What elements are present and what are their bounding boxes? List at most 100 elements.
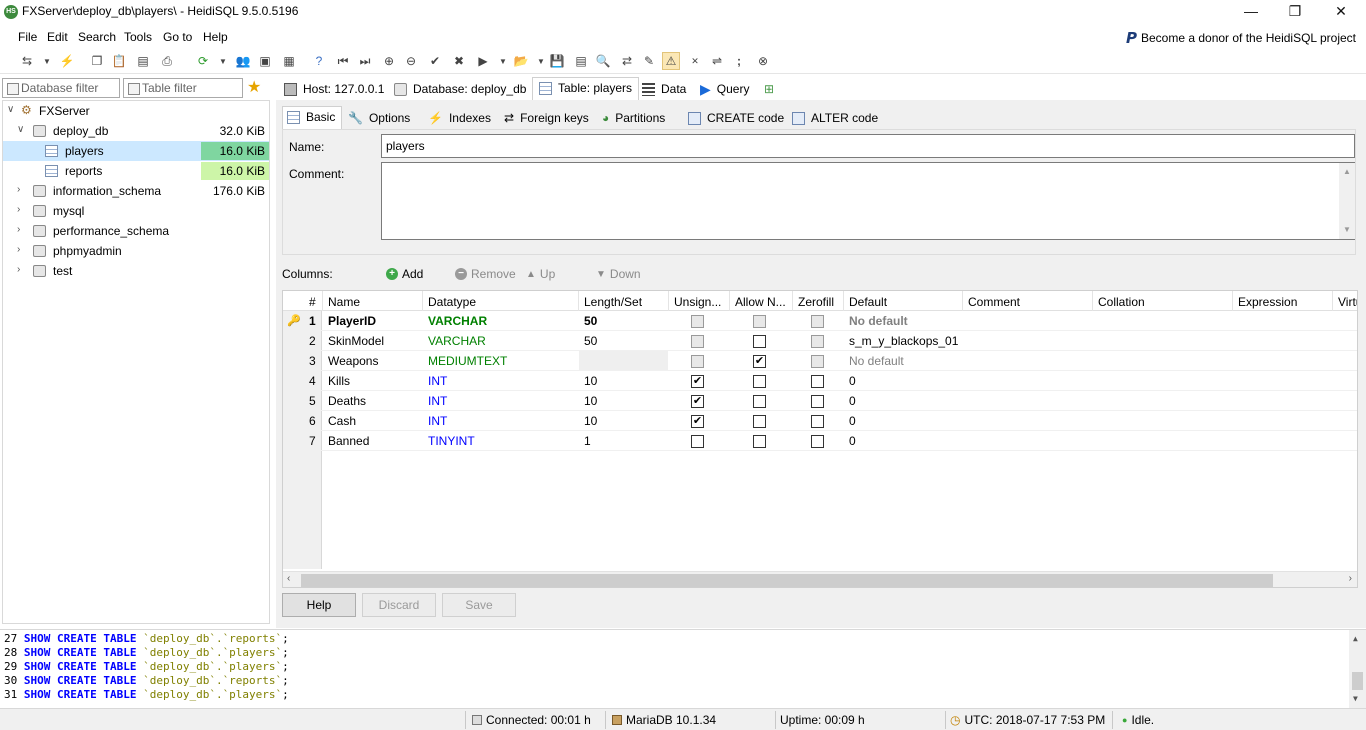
scroll-down-icon[interactable]: ▼ [1343, 225, 1351, 234]
clear-filter-icon[interactable]: ✕ [686, 52, 704, 70]
allow-null-checkbox[interactable] [753, 315, 766, 328]
column-name[interactable]: SkinModel [328, 334, 384, 348]
zerofill-checkbox[interactable] [811, 435, 824, 448]
menu-edit[interactable]: Edit [47, 30, 68, 44]
tab-foreign-keys[interactable]: ⇄ Foreign keys [500, 108, 595, 130]
comment-input[interactable] [381, 162, 1355, 240]
name-input[interactable]: players [381, 134, 1355, 158]
column-default[interactable]: 0 [849, 394, 856, 408]
tree-node-database[interactable]: › test [3, 261, 269, 281]
zerofill-checkbox[interactable] [811, 395, 824, 408]
allow-null-checkbox[interactable] [753, 415, 766, 428]
unsigned-checkbox[interactable]: ✔ [691, 415, 704, 428]
column-datatype[interactable]: INT [428, 414, 447, 428]
allow-null-checkbox[interactable] [753, 375, 766, 388]
scroll-thumb[interactable] [301, 574, 1273, 587]
tab-create-code[interactable]: CREATE code [684, 108, 790, 130]
column-default[interactable]: 0 [849, 434, 856, 448]
tree-node-database[interactable]: › mysql [3, 201, 269, 221]
table-row[interactable]: 7 Banned TINYINT 1 0 [283, 431, 1357, 451]
unsigned-checkbox[interactable]: ✔ [691, 395, 704, 408]
post-icon[interactable]: ✔ [426, 52, 444, 70]
table-row[interactable]: 3 Weapons MEDIUMTEXT ✔ No default [283, 351, 1357, 371]
sql-log[interactable]: 27 SHOW CREATE TABLE `deploy_db`.`report… [0, 629, 1366, 708]
tab-table[interactable]: Table: players [532, 77, 640, 102]
expand-arrow-icon[interactable]: › [17, 244, 20, 255]
expand-arrow-icon[interactable]: › [17, 264, 20, 275]
tree-node-table[interactable]: reports 16.0 KiB [3, 161, 269, 181]
column-default[interactable]: s_m_y_blackops_01 [849, 334, 958, 348]
column-length[interactable]: 10 [584, 414, 597, 428]
table-row[interactable]: 2 SkinModel VARCHAR 50 s_m_y_blackops_01 [283, 331, 1357, 351]
load-sql-icon[interactable]: 📂 [512, 52, 530, 70]
tab-query[interactable]: ▶ Query [694, 79, 755, 101]
wrap-icon[interactable]: ⇌ [708, 52, 726, 70]
column-datatype[interactable]: INT [428, 394, 447, 408]
menu-search[interactable]: Search [78, 30, 116, 44]
column-length[interactable]: 1 [584, 434, 591, 448]
replace-icon[interactable]: ⇄ [618, 52, 636, 70]
header-number[interactable]: # [309, 295, 316, 309]
move-down-button[interactable]: ▼ Down [596, 267, 641, 281]
run-dropdown-icon[interactable]: ▼ [494, 52, 512, 70]
copy-icon[interactable]: ❐ [88, 52, 106, 70]
semicolon-icon[interactable]: ; [730, 52, 748, 70]
log-scrollbar[interactable]: ▲ ▼ [1349, 630, 1366, 708]
zerofill-checkbox[interactable] [811, 315, 824, 328]
column-datatype[interactable]: TINYINT [428, 434, 475, 448]
zerofill-checkbox[interactable] [811, 335, 824, 348]
bulk-edit-icon[interactable]: ▦ [280, 52, 298, 70]
column-length[interactable]: 10 [584, 394, 597, 408]
refresh-icon[interactable]: ⟳ [194, 52, 212, 70]
column-datatype[interactable]: VARCHAR [428, 334, 486, 348]
donor-link[interactable]: P Become a donor of the HeidiSQL project [1126, 29, 1356, 47]
run-icon[interactable]: ▶ [474, 52, 492, 70]
column-default[interactable]: 0 [849, 414, 856, 428]
table-row[interactable]: 6 Cash INT 10 ✔ 0 [283, 411, 1357, 431]
insert-record-icon[interactable]: ⊕ [380, 52, 398, 70]
cancel-icon[interactable]: ✖ [450, 52, 468, 70]
remove-column-button[interactable]: − Remove [455, 267, 516, 281]
columns-grid[interactable]: # Name Datatype Length/Set Unsign... All… [282, 290, 1358, 588]
expand-arrow-icon[interactable]: › [17, 204, 20, 215]
unsigned-checkbox[interactable] [691, 335, 704, 348]
header-expression[interactable]: Expression [1238, 295, 1297, 309]
disconnect-icon[interactable]: ⚡ [58, 52, 76, 70]
column-datatype[interactable]: VARCHAR [428, 314, 487, 328]
header-comment[interactable]: Comment [968, 295, 1020, 309]
help-button[interactable]: Help [282, 593, 356, 617]
expand-arrow-icon[interactable]: › [17, 184, 20, 195]
database-tree[interactable]: ∨ ⚙ FXServer ∨ deploy_db 32.0 KiB player… [2, 100, 270, 624]
horizontal-scrollbar[interactable]: ‹ › [283, 571, 1357, 587]
column-default[interactable]: No default [849, 314, 908, 328]
menu-help[interactable]: Help [203, 30, 228, 44]
comment-scrollbar[interactable]: ▲ ▼ [1339, 163, 1355, 239]
header-default[interactable]: Default [849, 295, 887, 309]
dropdown-arrow-icon[interactable]: ▼ [38, 52, 56, 70]
table-row[interactable]: 5 Deaths INT 10 ✔ 0 [283, 391, 1357, 411]
move-up-button[interactable]: ▲ Up [526, 267, 555, 281]
help-icon[interactable]: ? [310, 52, 328, 70]
tree-node-database[interactable]: ∨ deploy_db 32.0 KiB [3, 121, 269, 141]
save-snippet-icon[interactable]: ▤ [572, 52, 590, 70]
collapse-arrow-icon[interactable]: ∨ [17, 124, 24, 135]
column-default[interactable]: No default [849, 354, 904, 368]
header-length[interactable]: Length/Set [584, 295, 642, 309]
tab-database[interactable]: Database: deploy_db [388, 79, 532, 101]
tab-data[interactable]: Data [636, 79, 692, 101]
scroll-left-icon[interactable]: ‹ [287, 573, 290, 584]
unsigned-checkbox[interactable] [691, 355, 704, 368]
maintenance-icon[interactable]: ▣ [256, 52, 274, 70]
expand-arrow-icon[interactable]: › [17, 224, 20, 235]
scroll-up-icon[interactable]: ▲ [1353, 634, 1358, 643]
tree-node-server[interactable]: ∨ ⚙ FXServer [3, 101, 269, 121]
tab-indexes[interactable]: ⚡ Indexes [424, 108, 497, 130]
allow-null-checkbox[interactable] [753, 395, 766, 408]
tab-basic[interactable]: Basic [282, 106, 343, 131]
zerofill-checkbox[interactable] [811, 415, 824, 428]
column-length[interactable]: 50 [584, 334, 597, 348]
find-icon[interactable]: 🔍 [594, 52, 612, 70]
unsigned-checkbox[interactable] [691, 435, 704, 448]
column-length[interactable]: 50 [584, 314, 597, 328]
column-datatype[interactable]: MEDIUMTEXT [428, 354, 507, 368]
